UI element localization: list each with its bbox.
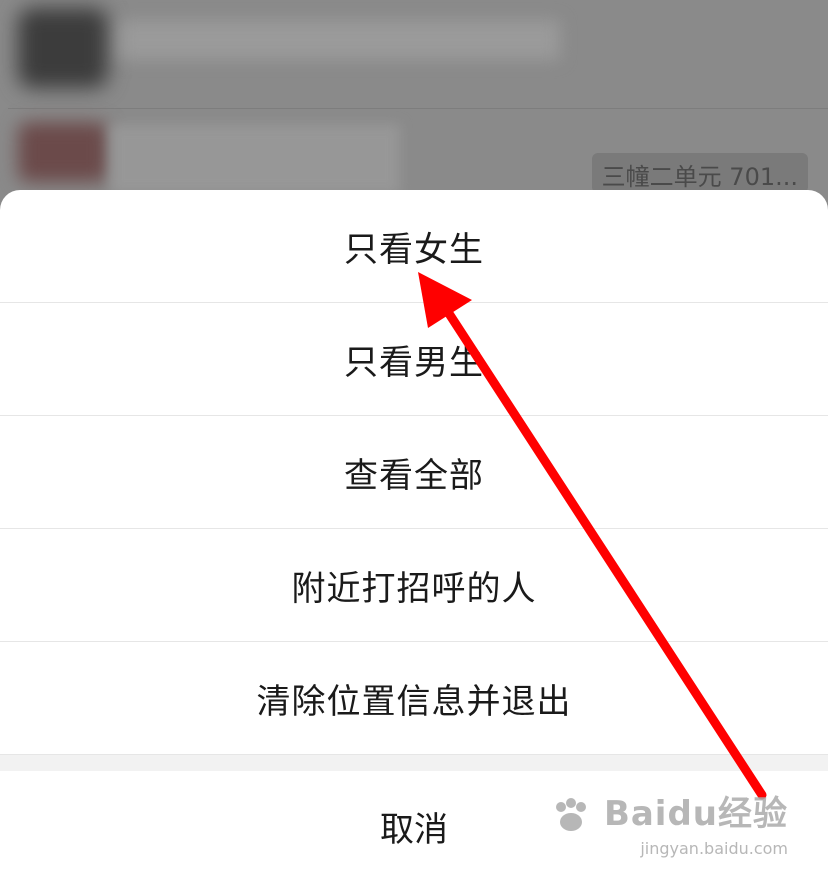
sheet-separator <box>0 755 828 771</box>
option-female-only[interactable]: 只看女生 <box>0 190 828 303</box>
option-view-all[interactable]: 查看全部 <box>0 416 828 529</box>
option-nearby-greeters[interactable]: 附近打招呼的人 <box>0 529 828 642</box>
option-clear-location-and-exit[interactable]: 清除位置信息并退出 <box>0 642 828 755</box>
watermark-logo: Baidu经验 <box>603 793 788 834</box>
divider <box>8 108 828 109</box>
screen: 三幢二单元 701... 只看女生 只看男生 查看全部 附近打招呼的人 清除位置… <box>0 0 828 878</box>
blurred-text <box>120 20 560 60</box>
blurred-text <box>110 124 400 194</box>
paw-icon <box>556 798 587 831</box>
action-sheet: 只看女生 只看男生 查看全部 附近打招呼的人 清除位置信息并退出 取消 <box>0 190 828 878</box>
option-male-only[interactable]: 只看男生 <box>0 303 828 416</box>
location-tag: 三幢二单元 701... <box>591 153 808 193</box>
avatar <box>18 122 108 182</box>
watermark-url: jingyan.baidu.com <box>640 839 788 858</box>
avatar <box>18 8 108 88</box>
background-list-item <box>0 0 828 100</box>
watermark: Baidu经验 jingyan.baidu.com <box>551 786 788 858</box>
